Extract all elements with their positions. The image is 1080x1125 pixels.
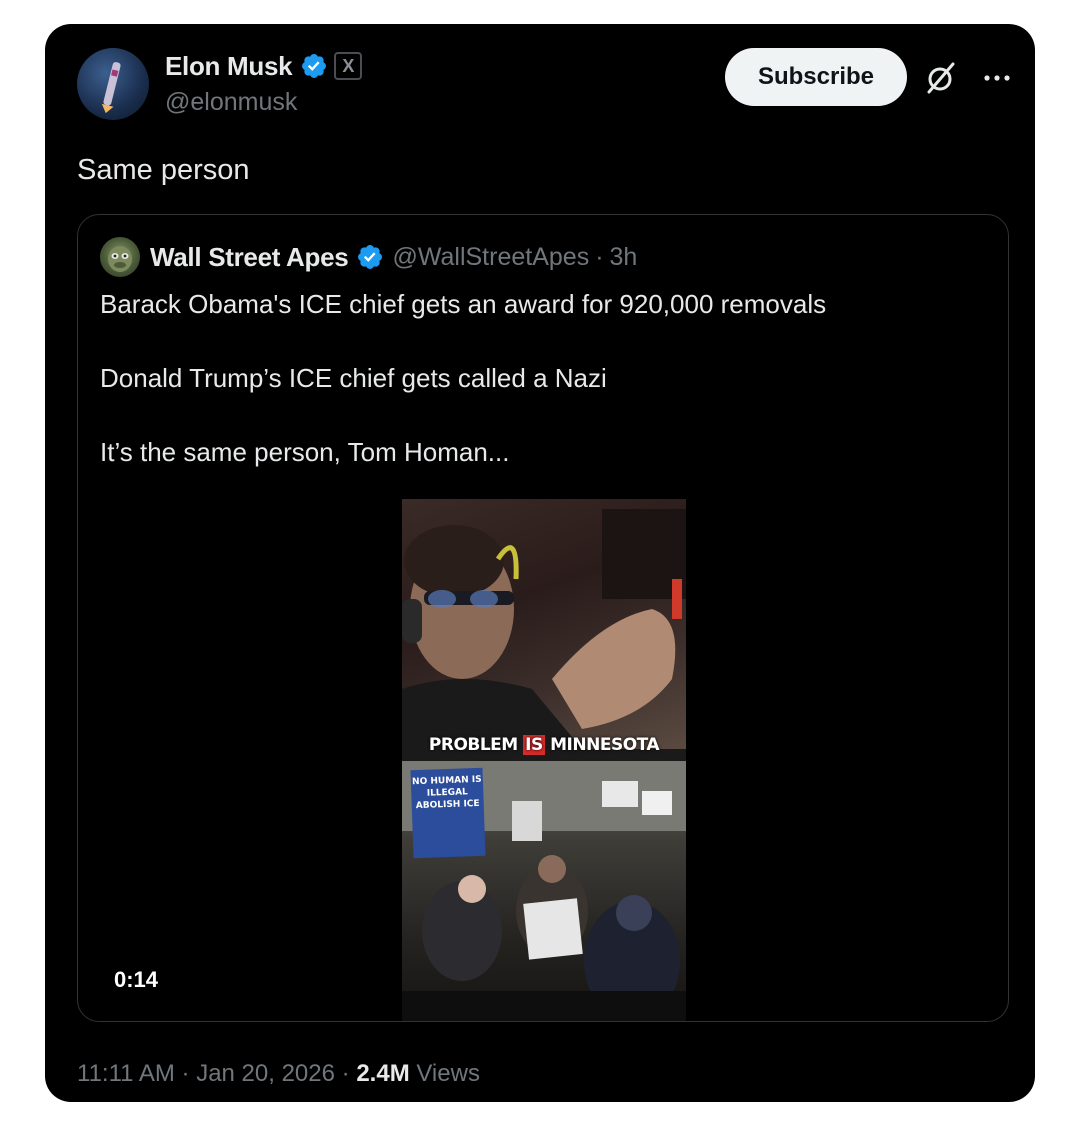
views-count[interactable]: 2.4M	[356, 1060, 409, 1087]
more-icon[interactable]	[977, 60, 1017, 96]
views-label: Views	[416, 1060, 480, 1087]
quote-header: Wall Street Apes @WallStreetApes · 3h	[100, 237, 637, 277]
avatar-image	[101, 62, 121, 114]
subscribe-button[interactable]: Subscribe	[725, 48, 907, 106]
quoted-tweet[interactable]: Wall Street Apes @WallStreetApes · 3h Ba…	[77, 214, 1009, 1022]
quote-timestamp[interactable]: 3h	[610, 243, 638, 272]
author-handle[interactable]: @elonmusk	[165, 88, 362, 117]
verified-badge-icon[interactable]	[300, 52, 328, 80]
author-block: Elon Musk X @elonmusk	[165, 50, 363, 117]
quote-author-handle[interactable]: @WallStreetApes	[392, 243, 589, 272]
quote-text-line: Donald Trump’s ICE chief gets called a N…	[100, 363, 607, 393]
author-name[interactable]: Elon Musk	[165, 51, 293, 82]
caption-part: PROBLEM	[428, 735, 518, 755]
quote-text-line: Barack Obama's ICE chief gets an award f…	[100, 289, 827, 319]
quote-author-name[interactable]: Wall Street Apes	[150, 242, 349, 273]
video-player[interactable]: PROBLEM IS MINNESOTA NO HUMAN IS ILLEGAL…	[402, 499, 686, 1021]
quote-text-line: It’s the same person, Tom Homan...	[100, 437, 510, 467]
meta-separator: ·	[181, 1060, 190, 1087]
quote-separator: ·	[595, 242, 604, 271]
grok-icon[interactable]	[923, 60, 959, 96]
tweet-card: Elon Musk X @elonmusk Subscribe Same per…	[45, 24, 1035, 1102]
tweet-text: Same person	[77, 154, 250, 186]
video-caption: PROBLEM IS MINNESOTA	[402, 735, 686, 755]
tweet-time[interactable]: 11:11 AM	[77, 1060, 175, 1087]
tweet-date[interactable]: Jan 20, 2026	[196, 1060, 335, 1087]
caption-part: MINNESOTA	[550, 735, 660, 755]
verified-badge-icon	[358, 245, 383, 269]
avatar[interactable]	[77, 48, 149, 120]
video-frame-top	[402, 499, 686, 749]
video-thumbnail-podcast	[402, 509, 686, 749]
video-duration: 0:14	[114, 967, 159, 992]
quote-avatar-image	[108, 246, 132, 272]
meta-separator: ·	[341, 1060, 350, 1087]
caption-highlight: IS	[523, 735, 545, 755]
affiliate-x-badge[interactable]: X	[334, 52, 363, 80]
tweet-metadata: 11:11 AM · Jan 20, 2026 · 2.4M Views	[77, 1060, 480, 1088]
protest-sign: NO HUMAN IS ILLEGAL ABOLISH ICE	[410, 767, 486, 859]
quote-avatar[interactable]	[100, 237, 140, 277]
